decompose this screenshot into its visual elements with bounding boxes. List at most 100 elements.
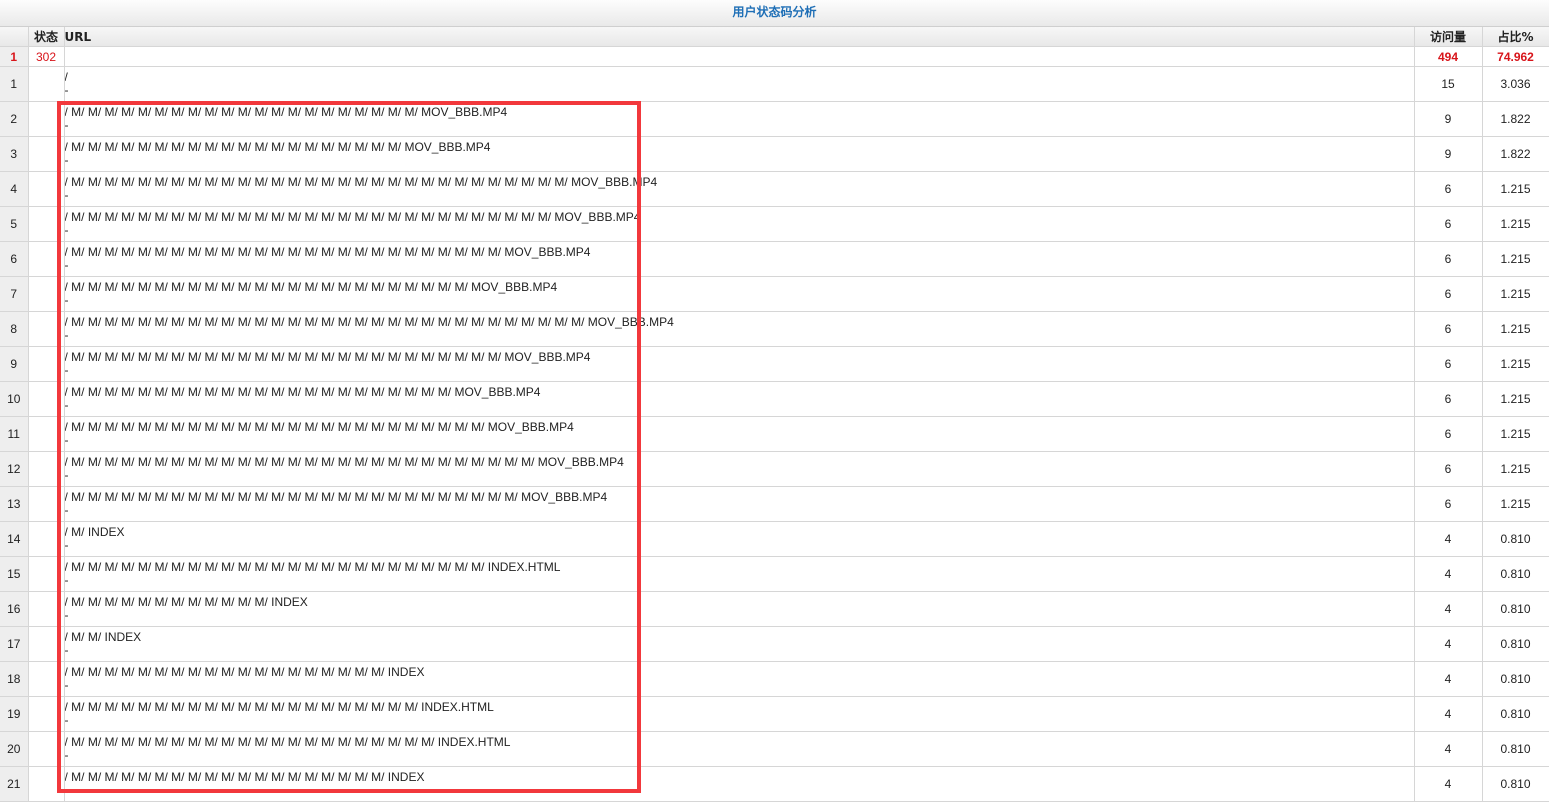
row-index: 13 [0,486,29,522]
status-summary-row: 1 302 494 74.962 [0,46,1549,67]
table-row: 3 / M/ M/ M/ M/ M/ M/ M/ M/ M/ M/ M/ M/ M… [0,136,1549,172]
row-url-cell: / M/ M/ M/ M/ M/ M/ M/ M/ M/ M/ M/ M/ M/… [64,381,1415,417]
row-visits: 4 [1414,731,1483,767]
row-index: 17 [0,626,29,662]
row-status [28,416,65,452]
table-row: 2 / M/ M/ M/ M/ M/ M/ M/ M/ M/ M/ M/ M/ M… [0,101,1549,137]
row-pct: 1.822 [1482,101,1549,137]
table-row: 12 / M/ M/ M/ M/ M/ M/ M/ M/ M/ M/ M/ M/ … [0,451,1549,487]
row-pct: 1.215 [1482,311,1549,347]
row-pct: 3.036 [1482,66,1549,102]
url-link[interactable]: / M/ M/ M/ M/ M/ M/ M/ M/ M/ M/ M/ M/ M/… [65,137,1414,154]
row-visits: 15 [1414,66,1483,102]
referrer-text: - [64,328,69,342]
row-visits: 6 [1414,416,1483,452]
row-visits: 4 [1414,556,1483,592]
table-row: 20 / M/ M/ M/ M/ M/ M/ M/ M/ M/ M/ M/ M/ … [0,731,1549,767]
row-url-cell: / M/ M/ M/ M/ M/ M/ M/ M/ M/ M/ M/ M/ M/… [64,136,1415,172]
row-visits: 6 [1414,381,1483,417]
url-link[interactable]: / M/ M/ M/ M/ M/ M/ M/ M/ M/ M/ M/ M/ M/… [65,417,1414,434]
table-row: 1/-15 3.036 [0,66,1549,102]
url-link[interactable]: / M/ M/ M/ M/ M/ M/ M/ M/ M/ M/ M/ M/ M/… [65,312,1414,329]
row-visits: 6 [1414,171,1483,207]
row-index: 5 [0,206,29,242]
row-visits: 6 [1414,206,1483,242]
row-pct: 0.810 [1482,696,1549,732]
url-link[interactable]: / [65,67,1414,84]
row-url-cell: / M/ M/ M/ M/ M/ M/ M/ M/ M/ M/ M/ M/ M/… [64,696,1415,732]
url-link[interactable]: / M/ M/ M/ M/ M/ M/ M/ M/ M/ M/ M/ M/ M/… [65,557,1414,574]
row-index: 6 [0,241,29,277]
row-pct: 0.810 [1482,626,1549,662]
row-pct: 0.810 [1482,766,1549,802]
referrer-text: - [64,258,69,272]
referrer-text: - [64,783,69,797]
table-row: 13 / M/ M/ M/ M/ M/ M/ M/ M/ M/ M/ M/ M/ … [0,486,1549,522]
row-pct: 1.215 [1482,171,1549,207]
url-link[interactable]: / M/ M/ M/ M/ M/ M/ M/ M/ M/ M/ M/ M/ M/… [65,207,1414,224]
row-pct: 0.810 [1482,556,1549,592]
url-header[interactable]: URL [64,27,1415,47]
row-visits: 6 [1414,311,1483,347]
row-status [28,486,65,522]
report-title: 用户状态码分析 [0,0,1549,27]
row-visits: 6 [1414,276,1483,312]
url-link[interactable]: / M/ M/ M/ M/ M/ M/ M/ M/ M/ M/ M/ M/ M/… [65,662,1414,679]
url-link[interactable]: / M/ M/ M/ M/ M/ M/ M/ M/ M/ M/ M/ M/ IN… [65,592,1414,609]
row-pct: 1.215 [1482,486,1549,522]
row-url-cell: / M/ M/ M/ M/ M/ M/ M/ M/ M/ M/ M/ M/ M/… [64,171,1415,207]
url-link[interactable]: / M/ INDEX [65,522,1414,539]
row-pct: 0.810 [1482,521,1549,557]
url-link[interactable]: / M/ M/ INDEX [65,627,1414,644]
url-link[interactable]: / M/ M/ M/ M/ M/ M/ M/ M/ M/ M/ M/ M/ M/… [65,242,1414,259]
row-status [28,766,65,802]
summary-pct: 74.962 [1482,46,1549,67]
row-visits: 6 [1414,241,1483,277]
row-index: 7 [0,276,29,312]
row-visits: 6 [1414,486,1483,522]
referrer-text: - [64,83,69,97]
row-url-cell: / M/ M/ M/ M/ M/ M/ M/ M/ M/ M/ M/ M/ M/… [64,311,1415,347]
row-pct: 1.215 [1482,451,1549,487]
referrer-text: - [64,678,69,692]
table-row: 19 / M/ M/ M/ M/ M/ M/ M/ M/ M/ M/ M/ M/ … [0,696,1549,732]
row-status [28,521,65,557]
url-link[interactable]: / M/ M/ M/ M/ M/ M/ M/ M/ M/ M/ M/ M/ M/… [65,277,1414,294]
referrer-text: - [64,223,69,237]
row-pct: 1.215 [1482,241,1549,277]
row-index: 15 [0,556,29,592]
url-link[interactable]: / M/ M/ M/ M/ M/ M/ M/ M/ M/ M/ M/ M/ M/… [65,347,1414,364]
table-row: 18 / M/ M/ M/ M/ M/ M/ M/ M/ M/ M/ M/ M/ … [0,661,1549,697]
url-link[interactable]: / M/ M/ M/ M/ M/ M/ M/ M/ M/ M/ M/ M/ M/… [65,452,1414,469]
row-status [28,731,65,767]
row-index: 3 [0,136,29,172]
url-link[interactable]: / M/ M/ M/ M/ M/ M/ M/ M/ M/ M/ M/ M/ M/… [65,102,1414,119]
row-url-cell: / M/ M/ M/ M/ M/ M/ M/ M/ M/ M/ M/ M/ M/… [64,101,1415,137]
row-url-cell: / M/ M/ M/ M/ M/ M/ M/ M/ M/ M/ M/ M/ M/… [64,766,1415,802]
table-row: 6/ M/ M/ M/ M/ M/ M/ M/ M/ M/ M/ M/ M/ M… [0,241,1549,277]
row-status [28,381,65,417]
referrer-text: - [64,538,69,552]
index-header [0,27,29,47]
pct-header[interactable]: 占比% [1482,27,1549,47]
row-index: 20 [0,731,29,767]
row-status [28,311,65,347]
row-status [28,136,65,172]
url-link[interactable]: / M/ M/ M/ M/ M/ M/ M/ M/ M/ M/ M/ M/ M/… [65,767,1414,784]
row-url-cell: / M/ M/ M/ M/ M/ M/ M/ M/ M/ M/ M/ M/ M/… [64,731,1415,767]
row-index: 18 [0,661,29,697]
url-link[interactable]: / M/ M/ M/ M/ M/ M/ M/ M/ M/ M/ M/ M/ M/… [65,172,1414,189]
row-status [28,241,65,277]
status-code-table: 状态 URL 访问量 占比% 1 302 494 74.962 1/-15 3.0… [0,27,1549,802]
row-url-cell: / M/ M/ M/ M/ M/ M/ M/ M/ M/ M/ M/ M/ M/… [64,276,1415,312]
row-url-cell: / M/ M/ M/ M/ M/ M/ M/ M/ M/ M/ M/ M/ M/… [64,661,1415,697]
url-link[interactable]: / M/ M/ M/ M/ M/ M/ M/ M/ M/ M/ M/ M/ M/… [65,487,1414,504]
url-link[interactable]: / M/ M/ M/ M/ M/ M/ M/ M/ M/ M/ M/ M/ M/… [65,697,1414,714]
url-link[interactable]: / M/ M/ M/ M/ M/ M/ M/ M/ M/ M/ M/ M/ M/… [65,732,1414,749]
row-url-cell: / M/ M/ M/ M/ M/ M/ M/ M/ M/ M/ M/ M/ M/… [64,206,1415,242]
visits-header[interactable]: 访问量 [1414,27,1483,47]
url-link[interactable]: / M/ M/ M/ M/ M/ M/ M/ M/ M/ M/ M/ M/ M/… [65,382,1414,399]
row-pct: 1.215 [1482,206,1549,242]
status-header[interactable]: 状态 [28,27,65,47]
table-row: 16 / M/ M/ M/ M/ M/ M/ M/ M/ M/ M/ M/ M/ … [0,591,1549,627]
